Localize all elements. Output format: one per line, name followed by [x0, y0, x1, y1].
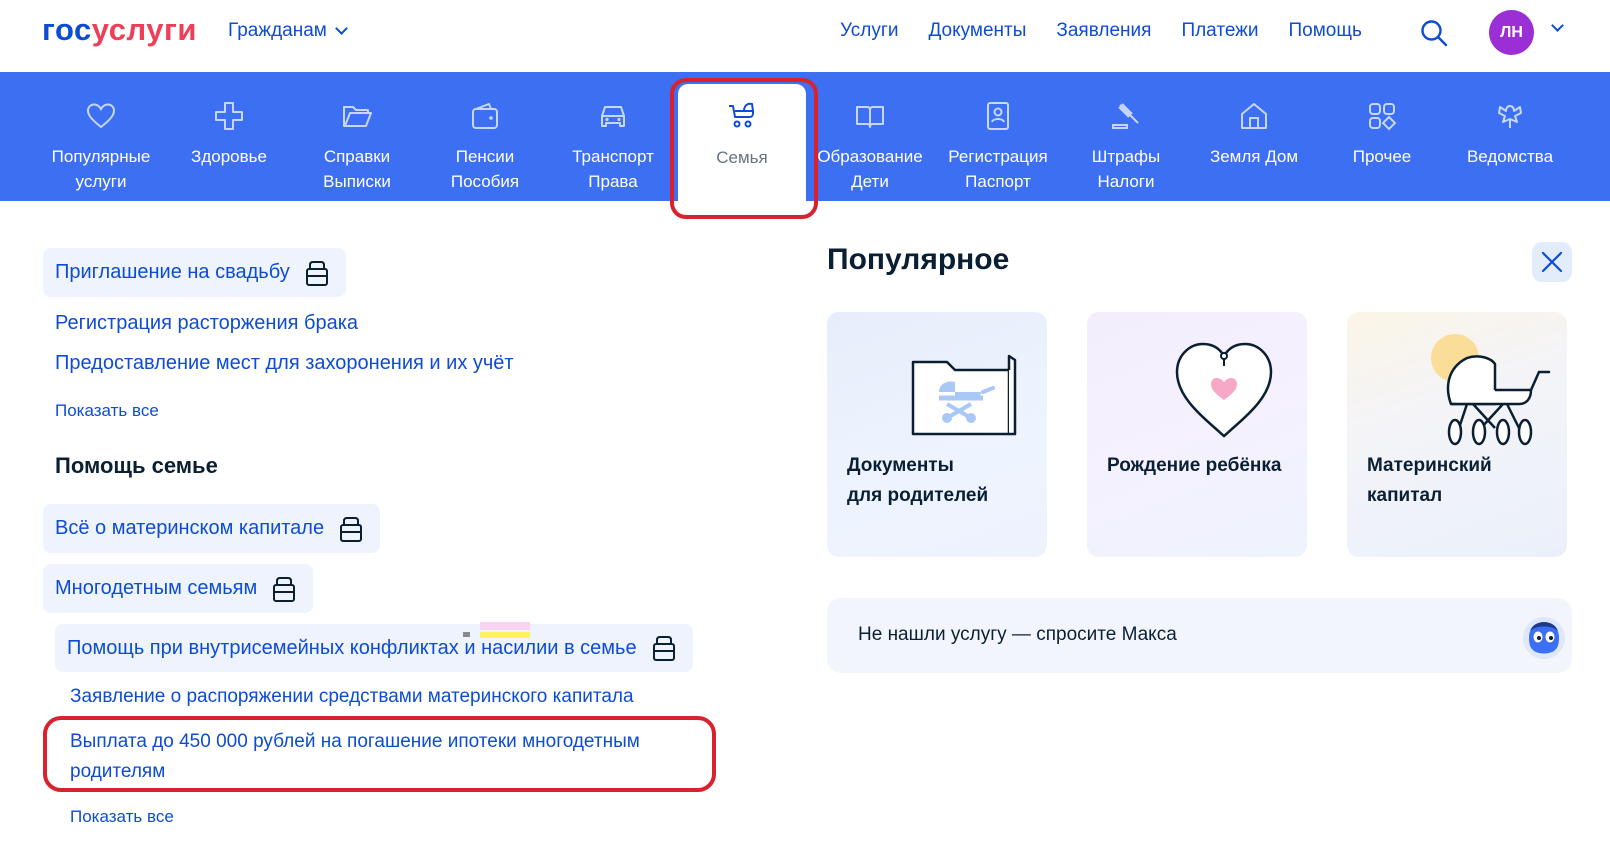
category-popular[interactable]: Популярные услуги [37, 72, 165, 201]
nav-payments[interactable]: Платежи [1181, 20, 1258, 42]
folder-stroller-icon [911, 354, 1017, 436]
category-label-2: Пособия [450, 172, 520, 191]
category-label: Ведомства [1466, 147, 1554, 166]
chevron-down-icon [334, 22, 348, 35]
top-navigation: Услуги Документы Заявления Платежи Помощ… [840, 20, 1362, 42]
nav-services[interactable]: Услуги [840, 20, 898, 42]
card-title-2: для родителей [847, 485, 989, 506]
id-card-icon [987, 102, 1009, 130]
category-label: Справки [323, 147, 391, 166]
link-label: Выплата до 450 000 рублей на погашение и… [70, 731, 640, 752]
audience-label: Гражданам [228, 20, 327, 41]
link-label: Всё о материнском капитале [55, 517, 325, 539]
folder-icon [343, 106, 372, 127]
link-label: Многодетным семьям [55, 577, 258, 599]
category-label: Транспорт [572, 147, 654, 166]
link-maternity-capital[interactable]: Всё о материнском капитале [43, 504, 381, 553]
category-health[interactable]: Здоровье [165, 72, 293, 201]
audience-selector[interactable]: Гражданам [228, 20, 348, 42]
nav-applications[interactable]: Заявления [1056, 20, 1151, 42]
card-title: Документы [847, 455, 954, 476]
card-maternity-capital[interactable]: Материнский капитал [1347, 312, 1567, 557]
gosuslugi-logo[interactable]: госуслуги [42, 12, 197, 48]
link-label: Приглашение на свадьбу [55, 261, 290, 283]
show-all-link[interactable]: Показать все [55, 401, 159, 421]
bag-icon [273, 576, 296, 602]
ask-max-text[interactable]: Не нашли услугу — спросите Макса [858, 624, 1177, 646]
category-family[interactable]: Семья [678, 84, 806, 201]
category-label: Здоровье [191, 147, 267, 166]
heart-ornament-icon [1175, 342, 1273, 438]
category-bar: Популярные услуги Здоровье Справки Выписки… [0, 72, 1610, 201]
popular-title: Популярное [827, 243, 1010, 276]
stroller-icon [729, 102, 754, 128]
health-cross-icon [215, 102, 243, 130]
header: госуслуги Гражданам Услуги Документы Зая… [0, 0, 1610, 72]
category-label: Образование [817, 147, 923, 166]
heart-icon [86, 103, 116, 129]
link-label: Помощь при внутрисемейных конфликтах и н… [67, 636, 637, 659]
wallet-icon [472, 102, 498, 129]
category-label-2: Дети [851, 172, 889, 191]
category-pensions[interactable]: Пенсии Пособия [421, 72, 549, 201]
category-land-house[interactable]: Земля Дом [1190, 72, 1318, 201]
category-label: Пенсии [455, 147, 515, 166]
book-icon [856, 106, 884, 128]
card-title: Материнский [1367, 455, 1492, 476]
category-agencies[interactable]: Ведомства [1446, 72, 1574, 201]
card-childbirth[interactable]: Рождение ребёнка [1087, 312, 1307, 557]
category-education[interactable]: Образование Дети [806, 72, 934, 201]
link-burial-places[interactable]: Предоставление мест для захоронения и их… [55, 352, 514, 375]
avatar[interactable]: ЛН [1489, 10, 1534, 55]
category-other[interactable]: Прочее [1318, 72, 1446, 201]
show-all-link-2[interactable]: Показать все [70, 807, 174, 827]
card-title-2: капитал [1367, 485, 1443, 506]
gavel-icon [1112, 103, 1139, 129]
bag-icon [305, 260, 328, 286]
house-icon [1241, 103, 1267, 129]
emblem-icon [1498, 105, 1522, 128]
bag-icon [340, 516, 363, 542]
car-icon [601, 106, 625, 127]
category-label: Земля Дом [1209, 147, 1299, 166]
category-certificates[interactable]: Справки Выписки [293, 72, 421, 201]
link-domestic-violence-help[interactable]: Помощь при внутрисемейных конфликтах и н… [55, 624, 693, 672]
card-title: Рождение ребёнка [1107, 455, 1282, 476]
link-large-families[interactable]: Многодетным семьям [43, 564, 314, 613]
category-fines[interactable]: Штрафы Налоги [1062, 72, 1190, 201]
card-parent-documents[interactable]: Документы для родителей [827, 312, 1047, 557]
category-label-2: Выписки [323, 172, 391, 191]
category-label-2: Права [588, 172, 638, 191]
link-mortgage-payment[interactable]: Выплата до 450 000 рублей на погашение и… [70, 727, 640, 787]
category-label-2: Налоги [1097, 172, 1155, 191]
category-label: Популярные [51, 147, 151, 166]
nav-help[interactable]: Помощь [1289, 20, 1362, 42]
nav-documents[interactable]: Документы [928, 20, 1026, 42]
render-artifact [463, 632, 470, 637]
close-icon [1541, 251, 1563, 273]
bag-icon [652, 636, 675, 661]
close-button[interactable] [1532, 242, 1572, 282]
category-label: Регистрация [948, 147, 1048, 166]
link-divorce-registration[interactable]: Регистрация расторжения брака [55, 312, 358, 335]
search-icon[interactable] [1420, 19, 1448, 47]
pram-sun-icon [1431, 334, 1551, 446]
category-transport[interactable]: Транспорт Права [549, 72, 677, 201]
link-maternity-capital-disposal[interactable]: Заявление о распоряжении средствами мате… [70, 686, 634, 708]
category-registration[interactable]: Регистрация Паспорт [934, 72, 1062, 201]
link-wedding-invitation[interactable]: Приглашение на свадьбу [43, 248, 346, 297]
category-label: Семья [716, 148, 768, 167]
category-label: Штрафы [1091, 147, 1161, 166]
profile-chevron-down-icon[interactable] [1551, 19, 1564, 32]
category-label-2: Паспорт [965, 172, 1031, 191]
render-artifact [480, 632, 530, 638]
category-label-2: услуги [75, 172, 127, 191]
section-title-family-help: Помощь семье [55, 453, 218, 478]
category-label: Прочее [1352, 147, 1412, 166]
render-artifact [480, 622, 530, 630]
max-assistant-icon[interactable] [1520, 615, 1568, 661]
link-label-2: родителям [70, 761, 166, 782]
grid-icon [1369, 103, 1397, 131]
